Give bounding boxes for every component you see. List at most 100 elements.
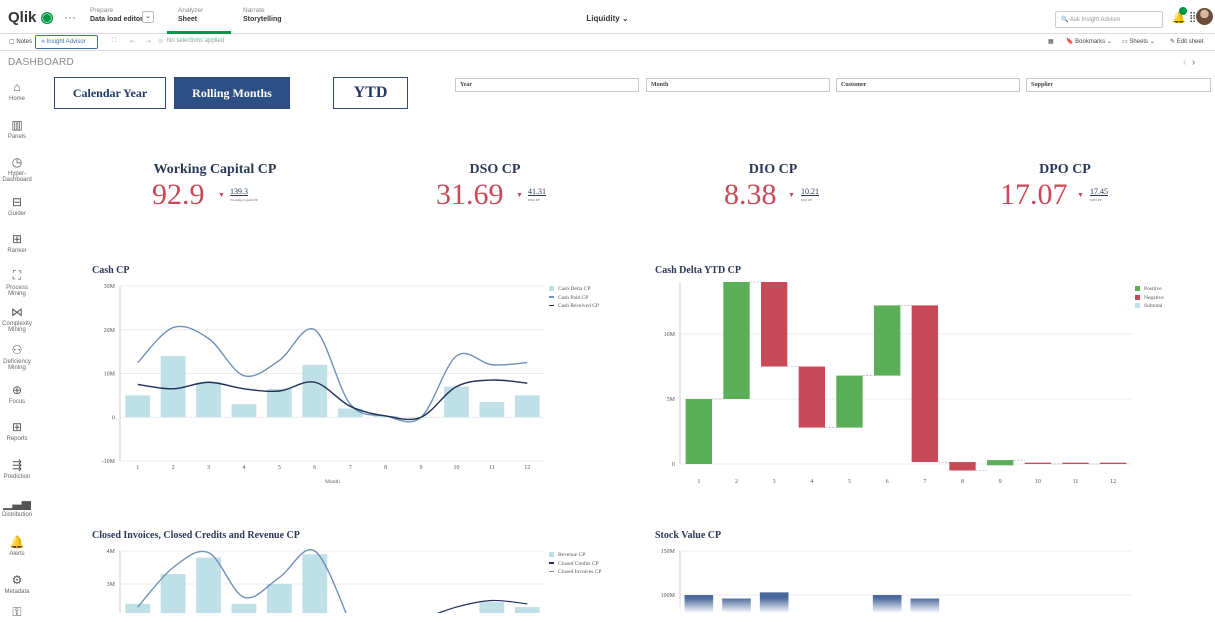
sidebar-item[interactable]: ⊟ Guider [0, 195, 34, 217]
kpi-value: 31.69 [436, 178, 504, 211]
sidebar-item[interactable]: ⊞ Ranker [0, 232, 34, 254]
step-forward-icon[interactable]: ⇥ [146, 38, 151, 45]
ask-insight-advisor-input[interactable]: 🔍 Ask Insight Advisor [1055, 11, 1163, 28]
legend-item[interactable]: Positive [1135, 285, 1164, 294]
legend: Revenue CP Closed Credits CP Closed Invo… [549, 551, 601, 577]
bookmarks-button[interactable]: 🔖 Bookmarks ⌄ [1066, 38, 1112, 45]
waterfall-bar [723, 282, 750, 399]
y-tick-label: 10M [664, 332, 676, 338]
avatar[interactable] [1196, 8, 1213, 25]
waterfall-bar [911, 305, 939, 463]
x-tick-label: 1 [697, 479, 700, 485]
clear-selections-icon[interactable]: ⊘ [158, 38, 163, 45]
ytd-button[interactable]: YTD [333, 77, 408, 109]
notes-button[interactable]: ▢ Notes [9, 38, 32, 45]
sidebar-item[interactable]: ⚿ [0, 605, 34, 622]
sidebar-item[interactable]: ⊞ Reports [0, 420, 34, 442]
calendar-year-button[interactable]: Calendar Year [54, 77, 166, 109]
cash-cp-chart[interactable]: 30M20M10M0-10M1 2 3 4 5 6 7 8 9 10 11 12Month [80, 278, 550, 488]
sidebar-item[interactable]: ▥ Panels [0, 118, 34, 140]
cash-delta-ytd-chart[interactable]: 10M5M01 2 3 4 5 6 7 8 9 10 11 12 [640, 278, 1135, 488]
legend-item[interactable]: Negative [1135, 294, 1164, 303]
x-tick-label: 7 [923, 479, 926, 485]
legend-item[interactable]: Subtotal [1135, 302, 1164, 311]
customer-filter[interactable]: Customer [836, 78, 1020, 92]
sidebar-item[interactable]: ▁▃▅ Distribution [0, 496, 34, 518]
legend-item[interactable]: Closed Invoices CP [549, 568, 601, 577]
legend: Cash Delta CP Cash Paid CP Cash Received… [549, 285, 599, 311]
x-tick-label: 9 [999, 479, 1002, 485]
rolling-months-button[interactable]: Rolling Months [174, 77, 290, 109]
legend-item[interactable]: Revenue CP [549, 551, 601, 560]
top-bar: Qlik ◉ ··· Prepare Data load editor ⌄ An… [0, 0, 1215, 34]
waterfall-bar [798, 366, 826, 428]
app-title[interactable]: Liquidity ⌄ [0, 14, 1215, 23]
legend-item[interactable]: Cash Received CP [549, 302, 599, 311]
x-tick-label: 1 [136, 465, 139, 471]
x-axis-label: Month [325, 479, 340, 485]
data-view-icon[interactable]: ▦ [1048, 38, 1054, 45]
bar [444, 386, 469, 418]
month-filter[interactable]: Month [646, 78, 830, 92]
selections-tool-icon[interactable]: ⛶ [112, 38, 116, 45]
y-tick-label: 20M [104, 328, 116, 334]
sidebar-item-label: Reports [6, 436, 28, 442]
sheet-pager[interactable]: ‹ › [1183, 57, 1195, 68]
bar [266, 584, 292, 613]
notification-badge [1179, 7, 1187, 15]
waterfall-bar [836, 375, 863, 428]
legend-item[interactable]: Cash Delta CP [549, 285, 599, 294]
y-tick-label: 0 [672, 462, 675, 468]
bar [231, 404, 257, 418]
bar [160, 574, 186, 613]
bar [231, 603, 257, 613]
x-tick-label: 2 [735, 479, 738, 485]
down-arrow-icon: ▼ [516, 192, 523, 199]
waterfall-bar [1062, 462, 1089, 464]
closed-invoices-chart[interactable]: 4M 3M [80, 543, 550, 613]
bar [196, 382, 221, 418]
waterfall-bar [685, 399, 713, 464]
bar [125, 603, 151, 613]
sidebar-item[interactable]: ⌂ Home [0, 80, 34, 102]
bottom-fade [560, 598, 1215, 613]
toolbar: ▢ Notes ⟡ Insight Advisor ⛶ ⇤ ⇥ ⊘ No sel… [0, 34, 1215, 51]
chevron-right-icon[interactable]: › [1192, 57, 1195, 68]
insight-advisor-button[interactable]: ⟡ Insight Advisor [35, 35, 98, 49]
sheet-title: DASHBOARD [8, 57, 75, 68]
sidebar-item[interactable]: ⛶ Process Mining [0, 268, 34, 297]
sidebar-item[interactable]: ◷ Hyper- Dashboard [0, 155, 34, 183]
sidebar-item-label: Metadata [4, 589, 30, 595]
sidebar-item[interactable]: 🔔 Alerts [0, 535, 34, 557]
reports-icon: ⊞ [11, 420, 23, 434]
bar [479, 602, 505, 613]
home-icon: ⌂ [13, 80, 21, 94]
chart-title: Stock Value CP [655, 530, 722, 541]
sidebar-item[interactable]: ⊕ Focus [0, 383, 34, 405]
sidebar-item[interactable]: ⚇ Deficiency Mining [0, 343, 34, 371]
edit-sheet-button[interactable]: ✎ Edit sheet [1170, 38, 1203, 45]
kpi-title: DSO CP [469, 162, 521, 177]
year-filter[interactable]: Year [455, 78, 639, 92]
legend-item[interactable]: Cash Paid CP [549, 294, 599, 303]
supplier-filter[interactable]: Supplier [1026, 78, 1211, 92]
sidebar-item[interactable]: ⋈ Complexity Mining [0, 305, 34, 333]
x-tick-label: 12 [1110, 479, 1116, 485]
series-line [436, 599, 528, 613]
sidebar-item-label: Deficiency Mining [3, 359, 31, 371]
sidebar-item[interactable]: ⇶ Prediction [0, 458, 34, 480]
waterfall-bar [760, 282, 788, 367]
sidebar-item-label: Home [8, 96, 25, 102]
legend-item[interactable]: Closed Credits CP [549, 560, 601, 569]
sidebar-item[interactable]: ⚙ Metadata [0, 573, 34, 595]
sheets-button[interactable]: ▭ Sheets ⌄ [1122, 38, 1155, 45]
kpi-value: 8.38 [724, 178, 777, 211]
x-tick-label: 10 [1035, 479, 1041, 485]
step-back-icon[interactable]: ⇤ [130, 38, 135, 45]
chevron-left-icon[interactable]: ‹ [1183, 57, 1186, 68]
sidebar-item-label: Ranker [7, 248, 27, 254]
waterfall-bar [949, 462, 976, 471]
kpi-title: DIO CP [748, 162, 798, 177]
kpi-compare-label: DSO PP [528, 198, 540, 202]
kpi-title: DPO CP [1039, 162, 1091, 177]
